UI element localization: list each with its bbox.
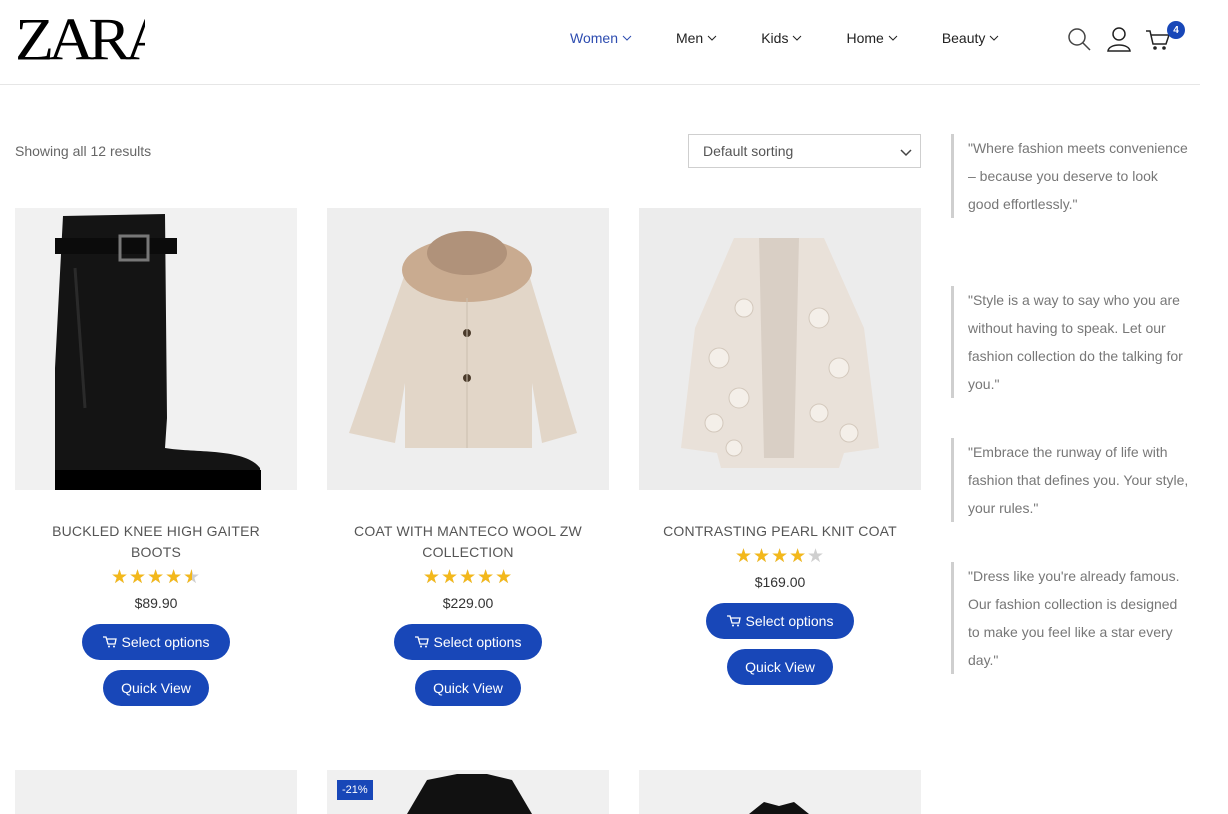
product-price: $169.00 (754, 574, 806, 590)
product-image[interactable] (639, 770, 921, 814)
star-rating-fill: ★★★★★ (423, 567, 513, 588)
product-image[interactable]: -21% (327, 770, 609, 814)
chevron-down-icon (793, 35, 802, 41)
quote-block: "Where fashion meets convenience – becau… (951, 134, 1191, 218)
cardigan-image (681, 238, 879, 468)
black-garment-image (749, 802, 809, 814)
quick-view-button[interactable]: Quick View (103, 670, 209, 706)
sale-badge: -21% (337, 780, 373, 800)
cart-icon (726, 615, 741, 627)
quote-block: "Style is a way to say who you are witho… (951, 286, 1191, 398)
select-options-button[interactable]: Select options (706, 603, 854, 639)
product-image[interactable] (15, 770, 297, 814)
nav-item-women[interactable]: Women (570, 30, 632, 46)
quote-block: "Embrace the runway of life with fashion… (951, 438, 1191, 522)
quick-view-button[interactable]: Quick View (415, 670, 521, 706)
cart-icon (414, 636, 429, 648)
chevron-down-icon (990, 35, 999, 41)
select-options-label: Select options (433, 634, 522, 650)
logo-text: ZARA (15, 10, 145, 66)
nav-item-kids[interactable]: Kids (761, 30, 802, 46)
product-title[interactable]: COAT WITH MANTECO WOOL ZW COLLECTION (327, 521, 609, 563)
coat-image (349, 231, 577, 448)
nav-label: Women (570, 30, 618, 46)
select-options-label: Select options (745, 613, 834, 629)
product-card: COAT WITH MANTECO WOOL ZW COLLECTION ★★★… (327, 208, 609, 706)
star-rating-fill: ★★★★★ (111, 567, 192, 588)
cart-icon (102, 636, 117, 648)
nav-label: Beauty (941, 30, 986, 46)
product-image[interactable] (639, 208, 921, 490)
product-card: CONTRASTING PEARL KNIT COAT ★★★★★ ★★★★★ … (639, 208, 921, 685)
product-title[interactable]: CONTRASTING PEARL KNIT COAT (639, 521, 921, 542)
main-nav: Women Men Kids Home Beauty (570, 30, 999, 46)
select-options-label: Select options (121, 634, 210, 650)
chevron-down-icon (900, 149, 912, 157)
nav-label: Kids (761, 30, 789, 46)
nav-label: Home (846, 30, 884, 46)
star-rating: ★★★★★ ★★★★★ (15, 566, 297, 588)
user-icon[interactable] (1106, 26, 1132, 52)
product-card: BUCKLED KNEE HIGH GAITER BOOTS ★★★★★ ★★★… (15, 208, 297, 706)
sort-value: Default sorting (703, 143, 794, 159)
select-options-button[interactable]: Select options (394, 624, 542, 660)
nav-item-beauty[interactable]: Beauty (942, 30, 1000, 46)
product-price: $89.90 (134, 595, 178, 611)
nav-item-men[interactable]: Men (676, 30, 717, 46)
results-count: Showing all 12 results (15, 143, 152, 159)
product-title[interactable]: BUCKLED KNEE HIGH GAITER BOOTS (15, 521, 297, 563)
star-rating: ★★★★★ ★★★★★ (327, 566, 609, 588)
nav-label: Men (675, 30, 704, 46)
product-image[interactable] (15, 208, 297, 490)
quote-block: "Dress like you're already famous. Our f… (951, 562, 1191, 674)
sort-select[interactable]: Default sorting (688, 134, 921, 168)
cart-count-badge: 4 (1167, 21, 1185, 39)
zara-logo[interactable]: ZARA (15, 10, 145, 66)
quick-view-button[interactable]: Quick View (727, 649, 833, 685)
star-rating: ★★★★★ ★★★★★ (639, 545, 921, 567)
chevron-down-icon (622, 35, 632, 41)
select-options-button[interactable]: Select options (82, 624, 230, 660)
chevron-down-icon (707, 35, 717, 41)
product-image[interactable] (327, 208, 609, 490)
nav-item-home[interactable]: Home (846, 30, 898, 46)
product-price: $229.00 (442, 595, 494, 611)
star-rating-fill: ★★★★★ (735, 546, 807, 567)
search-icon[interactable] (1066, 26, 1092, 52)
site-header: ZARA Women Men Kids Home Beauty (0, 0, 1200, 85)
boot-image (55, 214, 261, 490)
chevron-down-icon (888, 35, 898, 41)
